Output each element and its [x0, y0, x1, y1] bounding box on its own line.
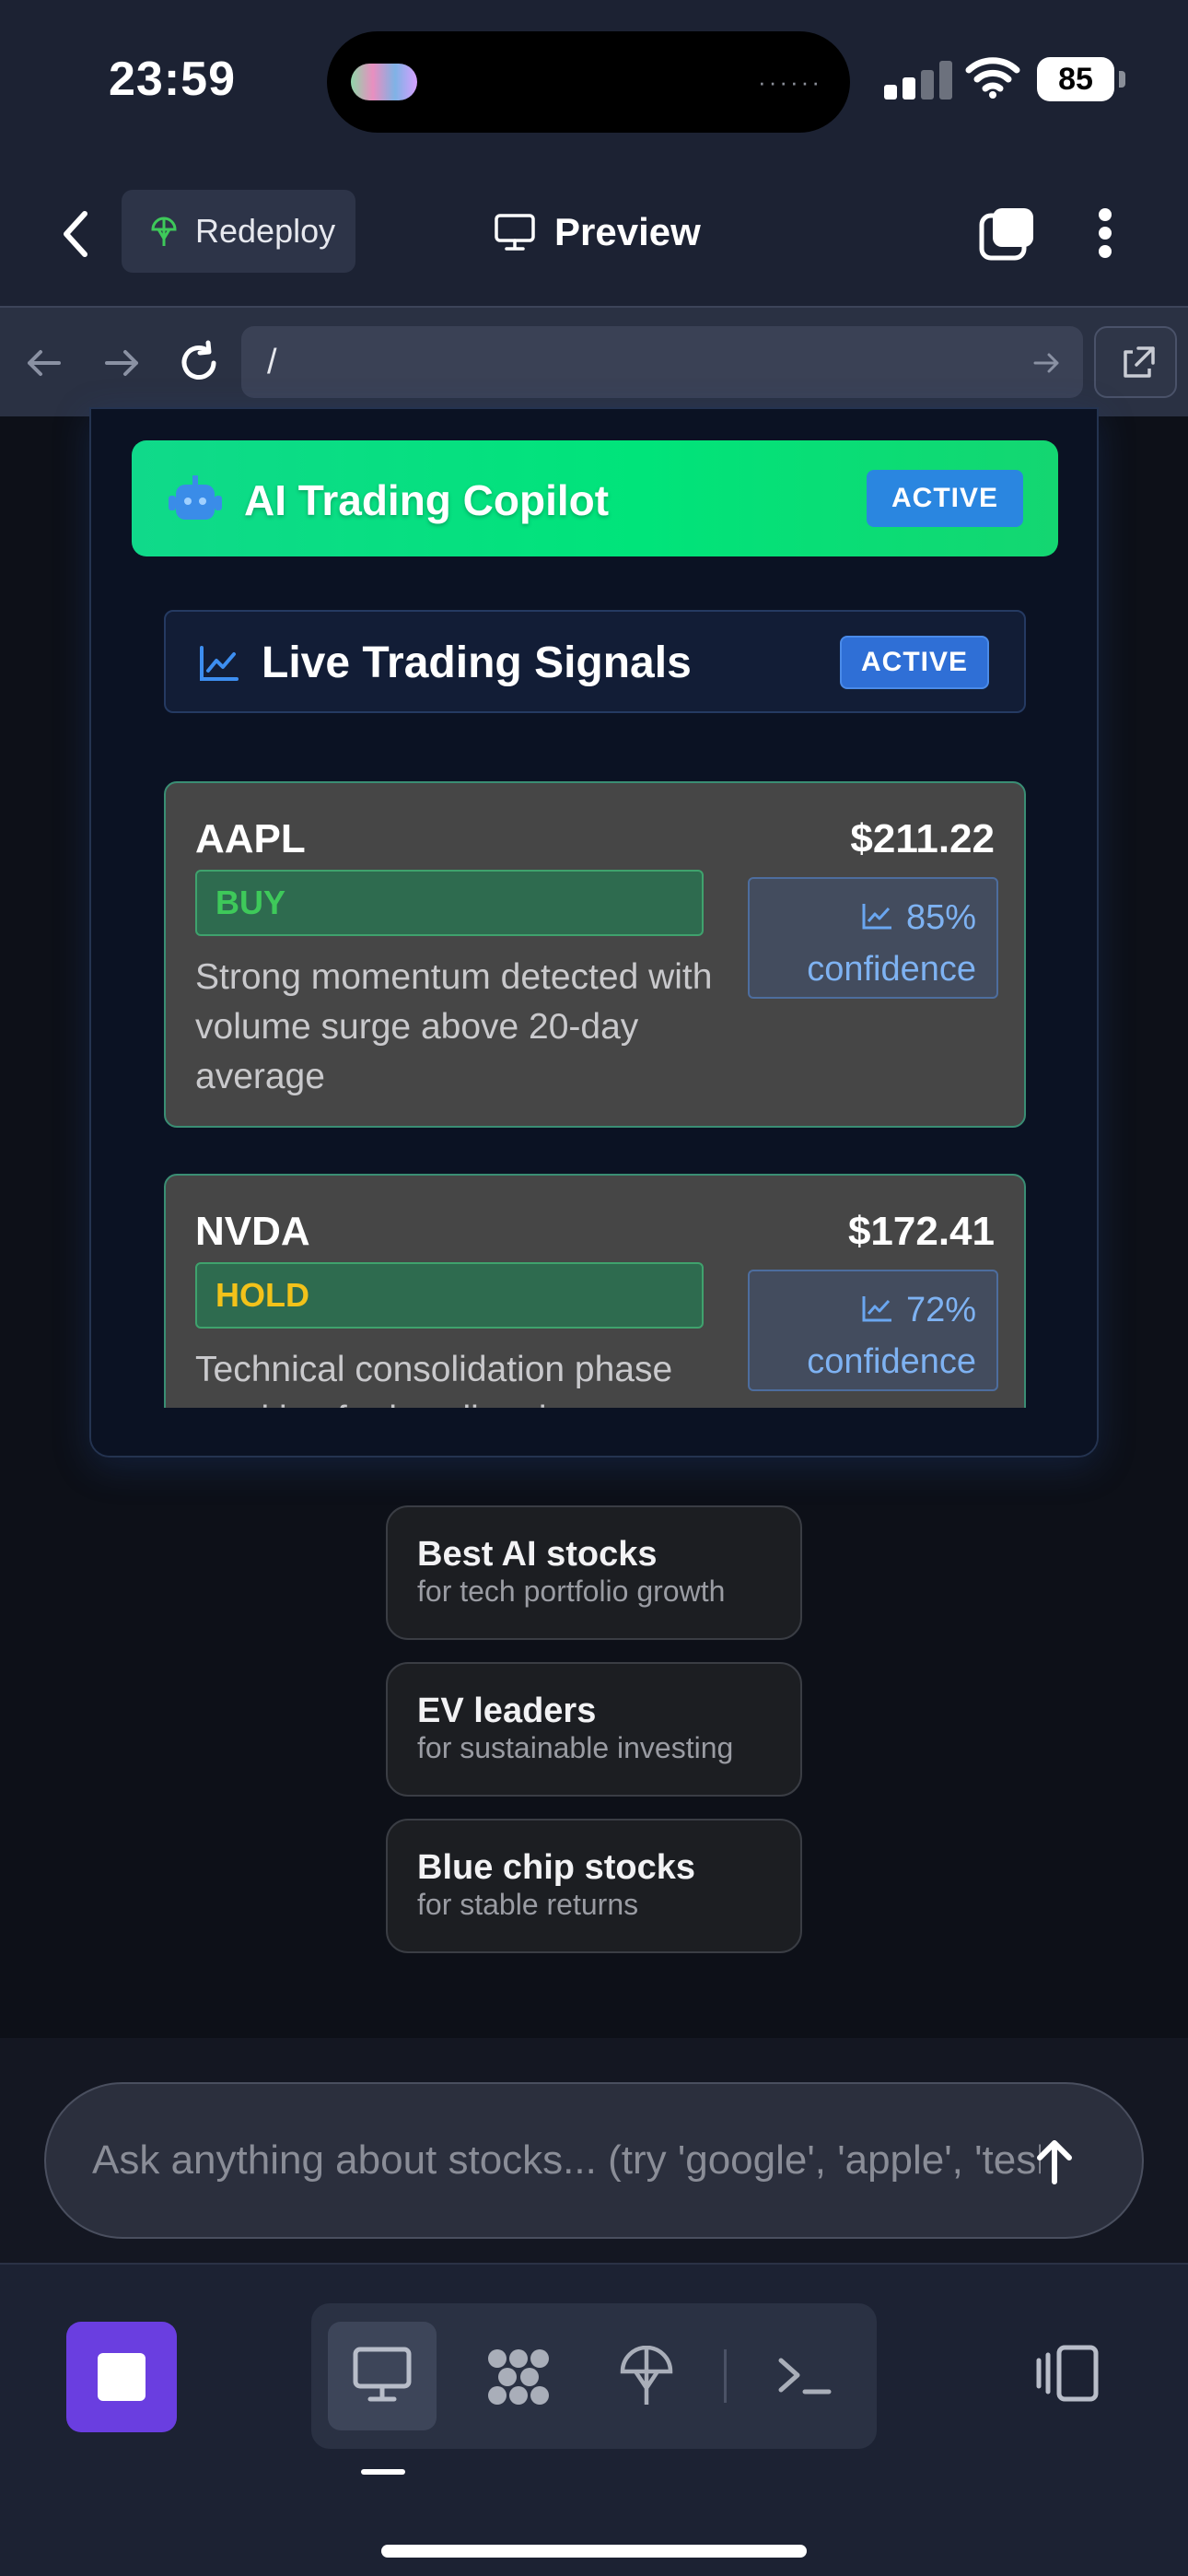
deploy-icon — [151, 217, 177, 246]
browser-back-icon[interactable] — [18, 337, 70, 389]
stop-button[interactable] — [66, 2322, 177, 2432]
signals-status-badge: ACTIVE — [840, 636, 989, 689]
deploy-icon — [620, 2346, 673, 2405]
prompt-suggestion[interactable]: EV leaders for sustainable investing — [386, 1662, 802, 1797]
trend-chart-icon — [862, 903, 891, 930]
tool-shell[interactable] — [750, 2322, 858, 2430]
prompt-title: EV leaders — [417, 1692, 597, 1730]
robot-icon — [169, 475, 222, 520]
card-action-badge: HOLD — [195, 1262, 704, 1329]
bottom-toolbar — [0, 2263, 1188, 2576]
monitor-icon — [353, 2347, 412, 2402]
url-field[interactable]: / — [241, 326, 1083, 398]
prompt-subtitle: for sustainable investing — [417, 1731, 734, 1764]
active-tab-indicator — [361, 2469, 405, 2475]
prompt-title: Blue chip stocks — [417, 1848, 695, 1887]
card-confidence: 72% confidence — [748, 1270, 998, 1391]
tool-group — [311, 2303, 877, 2449]
card-ticker: AAPL — [195, 816, 306, 861]
copilot-header: AI Trading Copilot ACTIVE — [132, 440, 1058, 556]
tabs-icon[interactable] — [978, 205, 1037, 262]
signals-title: Live Trading Signals — [262, 638, 692, 687]
copilot-title: AI Trading Copilot — [244, 476, 610, 524]
browser-forward-icon[interactable] — [96, 337, 147, 389]
url-path: / — [267, 343, 277, 381]
grid-nodes-icon — [488, 2349, 549, 2405]
prompt-subtitle: for tech portfolio growth — [417, 1575, 726, 1608]
top-chrome: 23:59 ······ 85 Redeploy Preview — [0, 0, 1188, 306]
trend-chart-icon — [862, 1295, 891, 1322]
terminal-icon — [778, 2358, 832, 2395]
wifi-icon — [965, 57, 1020, 99]
back-chevron-icon[interactable] — [57, 206, 94, 262]
confidence-label: confidence — [807, 1342, 976, 1381]
card-description: Strong momentum detected with volume sur… — [195, 957, 713, 1096]
browser-toolbar: / — [0, 306, 1188, 416]
signal-card-aapl[interactable]: AAPL $211.22 BUY 85% confidence Strong m… — [164, 781, 1026, 1128]
external-link-icon — [1124, 346, 1155, 378]
send-arrow-icon[interactable] — [1031, 2136, 1077, 2187]
reload-icon[interactable] — [173, 337, 225, 389]
stop-icon — [98, 2353, 146, 2401]
preview-tab[interactable]: Preview — [494, 205, 701, 260]
battery-icon: 85 — [1037, 57, 1125, 101]
open-external-button[interactable] — [1094, 326, 1177, 398]
confidence-value: 72% — [905, 1291, 976, 1329]
card-price: $172.41 — [847, 1209, 995, 1254]
chat-placeholder: Ask anything about stocks... (try 'googl… — [92, 2137, 1041, 2183]
monitor-icon — [495, 214, 535, 251]
tool-deploy[interactable] — [593, 2322, 702, 2430]
prompt-suggestion[interactable]: Blue chip stocks for stable returns — [386, 1819, 802, 1953]
tool-workflows[interactable] — [460, 2322, 569, 2430]
tool-divider — [724, 2349, 727, 2403]
panel-toggle-icon[interactable] — [1035, 2342, 1101, 2405]
card-ticker: NVDA — [195, 1209, 310, 1254]
trading-panel: AI Trading Copilot ACTIVE Live Trading S… — [89, 407, 1099, 1458]
battery-level: 85 — [1037, 57, 1114, 101]
status-time: 23:59 — [109, 53, 236, 106]
card-price: $211.22 — [850, 816, 995, 861]
trend-chart-icon — [200, 646, 239, 681]
go-arrow-icon[interactable] — [1030, 346, 1063, 380]
prompt-title: Best AI stocks — [417, 1535, 658, 1574]
preview-label: Preview — [554, 210, 701, 253]
signals-header: Live Trading Signals ACTIVE — [164, 610, 1026, 713]
more-options-icon[interactable] — [1094, 205, 1116, 262]
dynamic-island: ······ — [327, 31, 850, 133]
confidence-label: confidence — [807, 950, 976, 989]
tool-preview[interactable] — [328, 2322, 437, 2430]
redeploy-button[interactable]: Redeploy — [122, 190, 355, 273]
prompt-suggestion[interactable]: Best AI stocks for tech portfolio growth — [386, 1505, 802, 1640]
home-indicator — [381, 2545, 807, 2558]
island-dots-icon: ······ — [758, 68, 822, 96]
island-thumbnail-icon — [351, 64, 417, 100]
panel-footer — [91, 1408, 1097, 1456]
cellular-signal-icon — [884, 61, 958, 100]
chat-area: Ask anything about stocks... (try 'googl… — [0, 2038, 1188, 2263]
copilot-status-badge: ACTIVE — [867, 470, 1023, 527]
redeploy-label: Redeploy — [195, 212, 336, 250]
card-confidence: 85% confidence — [748, 877, 998, 999]
chat-input[interactable]: Ask anything about stocks... (try 'googl… — [44, 2082, 1144, 2239]
app-content: AI Trading Copilot ACTIVE Live Trading S… — [0, 407, 1188, 2038]
confidence-value: 85% — [905, 898, 976, 937]
prompt-subtitle: for stable returns — [417, 1888, 639, 1921]
card-action-badge: BUY — [195, 870, 704, 936]
